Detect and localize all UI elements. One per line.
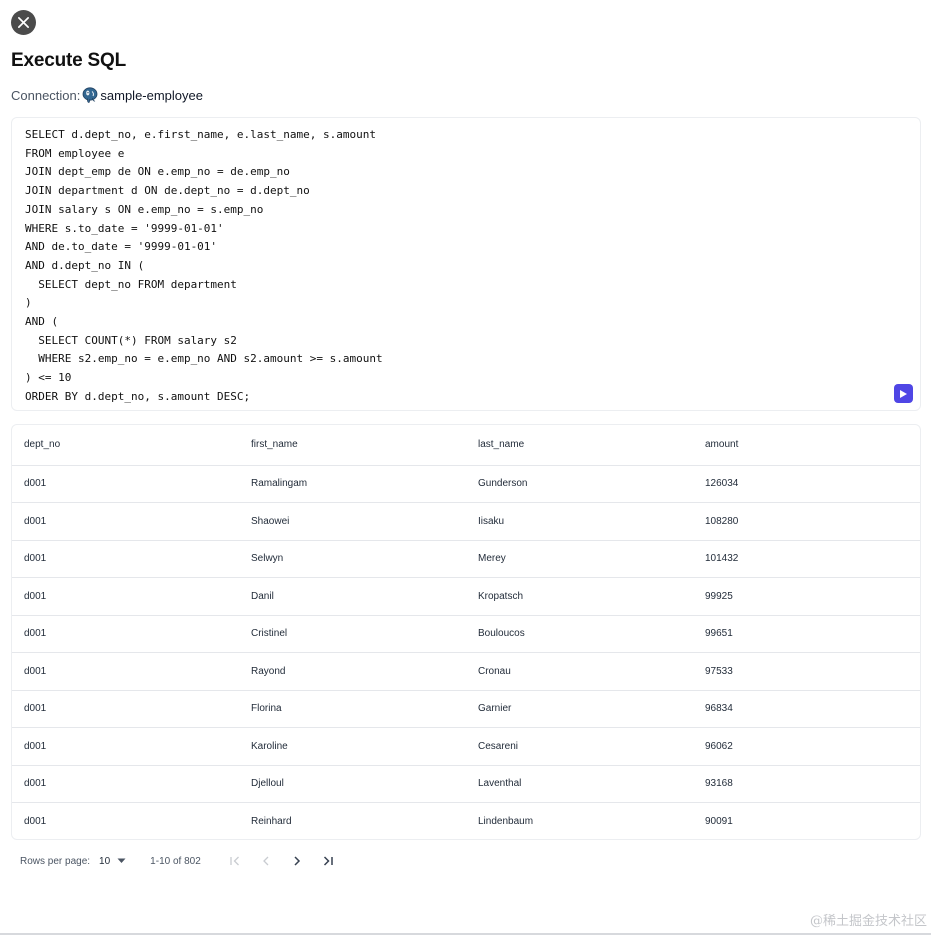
cell-last-name: Bouloucos [466,615,693,653]
column-header-first-name: first_name [239,425,466,466]
connection-label: Connection: [11,87,81,103]
table-row: d001 Danil Kropatsch 99925 [12,577,920,616]
table-row: d001 Ramalingam Gunderson 126034 [12,465,920,503]
cell-dept-no: d001 [12,615,239,653]
table-row: d001 Selwyn Merey 101432 [12,540,920,578]
connection-name: sample-employee [100,87,203,103]
pagination: Rows per page: 10 1-10 of 802 [20,852,351,870]
first-page-button[interactable] [227,853,243,869]
connection-info: Connection: sample-employee [11,86,203,104]
cell-last-name: Kropatsch [466,577,693,616]
cell-dept-no: d001 [12,690,239,728]
cell-first-name: Danil [239,577,466,616]
cell-last-name: Garnier [466,690,693,728]
cell-dept-no: d001 [12,540,239,578]
cell-dept-no: d001 [12,577,239,616]
rows-per-page-label: Rows per page: [20,855,91,867]
cell-last-name: Cronau [466,652,693,691]
cell-dept-no: d001 [12,465,239,503]
close-button[interactable] [11,10,36,35]
postgresql-elephant-icon [81,86,99,104]
rows-per-page-select[interactable]: 10 [99,856,126,867]
cell-last-name: Laventhal [466,765,693,803]
cell-first-name: Djelloul [239,765,466,803]
cell-amount: 99925 [693,577,920,616]
first-page-icon [230,856,239,866]
cell-last-name: Merey [466,540,693,578]
cell-first-name: Ramalingam [239,465,466,503]
previous-page-button[interactable] [258,853,274,869]
cell-dept-no: d001 [12,652,239,691]
cell-first-name: Reinhard [251,816,292,827]
table-row: d001 Karoline Cesareni 96062 [12,727,920,766]
chevron-left-icon [262,856,269,866]
page-range: 1-10 of 802 [150,855,201,867]
cell-amount: 96062 [693,727,920,766]
cell-amount: 90091 [705,816,733,827]
cell-first-name: Rayond [239,652,466,691]
cell-amount: 93168 [693,765,920,803]
cell-amount: 108280 [693,502,920,541]
cell-amount: 97533 [693,652,920,691]
cell-dept-no: d001 [24,816,47,827]
cell-last-name: Lindenbaum [478,816,534,827]
table-row: d001 Rayond Cronau 97533 [12,652,920,691]
next-page-button[interactable] [289,853,305,869]
rows-per-page-value: 10 [99,855,111,867]
caret-down-icon [117,858,126,863]
play-icon [900,389,907,398]
sql-editor[interactable]: SELECT d.dept_no, e.first_name, e.last_n… [11,117,921,411]
column-header-amount: amount [693,425,920,466]
table-row: d001 Reinhard Lindenbaum 90091 [12,803,920,840]
dialog-title: Execute SQL [11,50,127,71]
table-row: d001 Shaowei Iisaku 108280 [12,502,920,541]
cell-amount: 126034 [693,465,920,503]
results-table: dept_no first_name last_name amount d001… [11,424,921,840]
column-header-last-name: last_name [466,425,693,466]
cell-dept-no: d001 [12,765,239,803]
sql-code[interactable]: SELECT d.dept_no, e.first_name, e.last_n… [25,126,383,407]
cell-dept-no: d001 [12,727,239,766]
last-page-button[interactable] [320,853,336,869]
watermark: @稀土掘金技术社区 [809,914,927,929]
table-row: d001 Florina Garnier 96834 [12,690,920,728]
chevron-right-icon [294,856,300,866]
last-page-icon [323,856,333,866]
cell-last-name: Iisaku [466,502,693,541]
cell-amount: 99651 [693,615,920,653]
bottom-divider [0,933,931,935]
table-row: d001 Djelloul Laventhal 93168 [12,765,920,803]
run-query-button[interactable] [894,384,913,403]
table-header-row: dept_no first_name last_name amount [12,425,920,466]
cell-amount: 101432 [693,540,920,578]
cell-dept-no: d001 [12,502,239,541]
close-icon [18,17,29,28]
cell-first-name: Selwyn [239,540,466,578]
cell-first-name: Florina [239,690,466,728]
cell-first-name: Shaowei [239,502,466,541]
table-row: d001 Cristinel Bouloucos 99651 [12,615,920,653]
cell-amount: 96834 [693,690,920,728]
cell-first-name: Karoline [239,727,466,766]
column-header-dept-no: dept_no [12,425,239,466]
cell-last-name: Cesareni [466,727,693,766]
cell-first-name: Cristinel [239,615,466,653]
cell-last-name: Gunderson [466,465,693,503]
